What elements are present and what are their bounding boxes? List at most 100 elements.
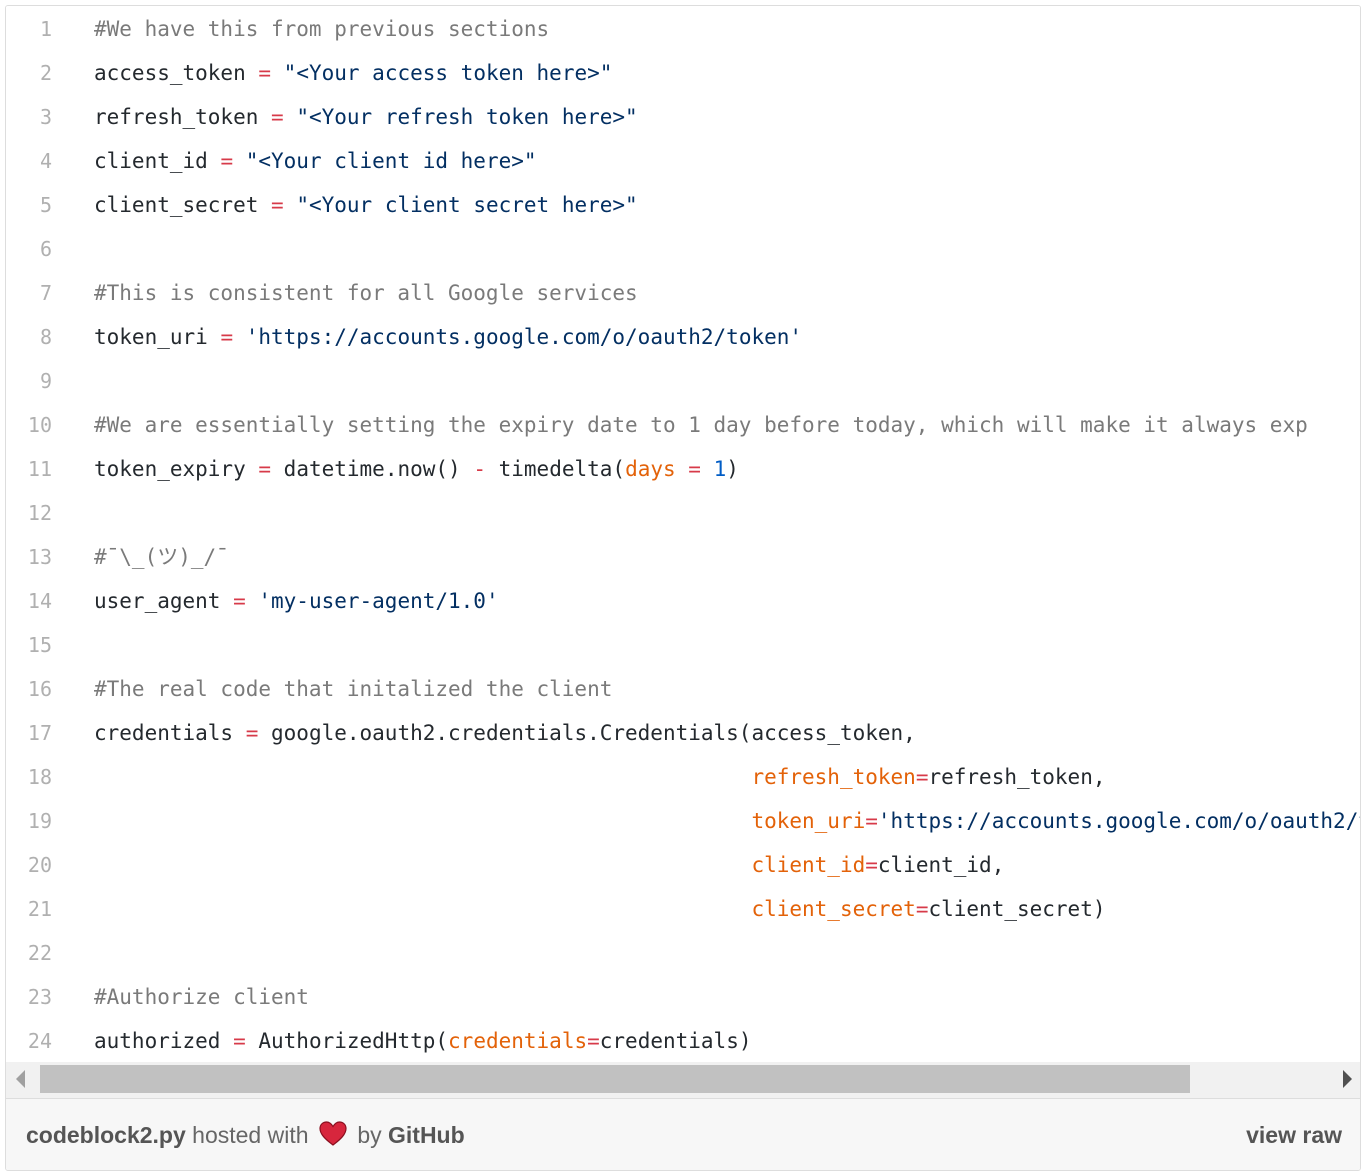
code-text: token_uri='https://accounts.google.com/o…: [94, 799, 1360, 843]
line-number: 2: [39, 61, 52, 85]
code-token: token_uri: [94, 325, 221, 349]
code-text: client_id = "<Your client id here>": [94, 139, 537, 183]
code-text: #The real code that initalized the clien…: [94, 667, 612, 711]
code-line: 22: [6, 931, 1360, 975]
code-line: 23 #Authorize client: [6, 975, 1360, 1019]
code-token: =: [233, 589, 246, 613]
code-text: user_agent = 'my-user-agent/1.0': [94, 579, 499, 623]
line-number: 9: [39, 369, 52, 393]
hosted-with-text: hosted with: [192, 1122, 309, 1148]
line-number: 1: [39, 17, 52, 41]
code-token: google.oauth2.credentials.Credentials(ac…: [258, 721, 916, 745]
code-text: #Authorize client: [94, 975, 309, 1019]
code-token: client_id,: [877, 853, 1005, 877]
code-line: 10 #We are essentially setting the expiry…: [6, 403, 1360, 447]
line-number: 20: [27, 853, 52, 877]
heart-icon: [319, 1121, 347, 1146]
code-line: 17 credentials = google.oauth2.credential…: [6, 711, 1360, 755]
code-token: refresh_token,: [928, 765, 1106, 789]
code-line: 18 refresh_token=refresh_token,: [6, 755, 1360, 799]
line-number: 23: [27, 985, 52, 1009]
gist-footer: codeblock2.py hosted with by GitHub view…: [6, 1098, 1360, 1170]
code-text: client_id=client_id,: [94, 843, 1004, 887]
line-number: 18: [27, 765, 52, 789]
line-number: 8: [39, 325, 52, 349]
code-token: =: [587, 1029, 600, 1053]
line-number: 17: [27, 721, 52, 745]
code-line: 16 #The real code that initalized the cli…: [6, 667, 1360, 711]
code-token: datetime.now(): [271, 457, 474, 481]
code-text: client_secret=client_secret): [94, 887, 1105, 931]
line-number: 6: [39, 237, 52, 261]
code-token: 'my-user-agent/1.0': [245, 589, 499, 613]
code-line: 3 refresh_token = "<Your refresh token he…: [6, 95, 1360, 139]
code-token: 'https://accounts.google.com/o/oauth2/to…: [233, 325, 803, 349]
code-token: authorized: [94, 1029, 234, 1053]
horizontal-scrollbar[interactable]: [6, 1062, 1360, 1098]
code-token: =: [865, 853, 878, 877]
code-token: access_token: [94, 61, 259, 85]
code-token: credentials): [599, 1029, 752, 1053]
code-token: -: [473, 457, 486, 481]
line-number: 7: [39, 281, 52, 305]
code-token: credentials: [448, 1029, 588, 1053]
code-token: #The real code that initalized the clien…: [94, 677, 613, 701]
code-token: "<Your client secret here>": [283, 193, 638, 217]
line-number: 19: [27, 809, 52, 833]
line-number: 10: [27, 413, 52, 437]
code-token: 'https://accounts.google.com/o/oauth2/to…: [877, 809, 1360, 833]
code-token: ): [726, 457, 739, 481]
code-line: 8 token_uri = 'https://accounts.google.co…: [6, 315, 1360, 359]
scroll-left-arrow-icon[interactable]: [16, 1070, 25, 1088]
code-line: 12: [6, 491, 1360, 535]
line-number: 12: [27, 501, 52, 525]
line-number: 11: [27, 457, 52, 481]
gist-filename-link[interactable]: codeblock2.py: [26, 1122, 186, 1148]
code-line: 5 client_secret = "<Your client secret he…: [6, 183, 1360, 227]
code-token: #We have this from previous sections: [94, 17, 550, 41]
code-token: "<Your refresh token here>": [283, 105, 638, 129]
code-token: =: [271, 193, 284, 217]
code-area: 1 #We have this from previous sections 2 ac…: [6, 6, 1360, 1062]
code-token: refresh_token: [94, 105, 272, 129]
scrollbar-thumb[interactable]: [40, 1065, 1190, 1093]
code-line: 15: [6, 623, 1360, 667]
code-line: 4 client_id = "<Your client id here>": [6, 139, 1360, 183]
code-token: "<Your access token here>": [271, 61, 613, 85]
code-token: =: [233, 1029, 246, 1053]
gist-meta: codeblock2.py hosted with by GitHub: [26, 1099, 465, 1170]
code-line: 14 user_agent = 'my-user-agent/1.0': [6, 579, 1360, 623]
view-raw-link[interactable]: view raw: [1246, 1099, 1342, 1170]
code-text: #We are essentially setting the expiry d…: [94, 403, 1308, 447]
code-token: refresh_token: [751, 765, 916, 789]
code-text: client_secret = "<Your client secret her…: [94, 183, 638, 227]
code-token: token_expiry: [94, 457, 259, 481]
code-token: days: [625, 457, 676, 481]
code-text: access_token = "<Your access token here>…: [94, 51, 612, 95]
code-token: =: [915, 765, 929, 789]
code-token: #¯\_(ツ)_/¯: [94, 545, 229, 569]
code-text: token_uri = 'https://accounts.google.com…: [94, 315, 802, 359]
line-number: 22: [27, 941, 52, 965]
code-token: =: [245, 721, 259, 745]
github-link[interactable]: GitHub: [388, 1122, 465, 1148]
code-token: user_agent: [94, 589, 234, 613]
code-token: =: [865, 809, 878, 833]
code-token: =: [220, 325, 234, 349]
line-number: 16: [27, 677, 52, 701]
code-token: =: [258, 61, 272, 85]
scroll-right-arrow-icon[interactable]: [1343, 1070, 1352, 1088]
code-token: =: [258, 457, 272, 481]
code-line: 11 token_expiry = datetime.now() - timede…: [6, 447, 1360, 491]
line-number: 5: [39, 193, 52, 217]
line-number: 21: [27, 897, 52, 921]
line-number: 3: [39, 105, 52, 129]
line-number: 15: [27, 633, 52, 657]
code-line: 1 #We have this from previous sections: [6, 7, 1360, 51]
code-line: 13 #¯\_(ツ)_/¯: [6, 535, 1360, 579]
code-token: =: [271, 105, 284, 129]
code-token: client_secret: [751, 897, 916, 921]
